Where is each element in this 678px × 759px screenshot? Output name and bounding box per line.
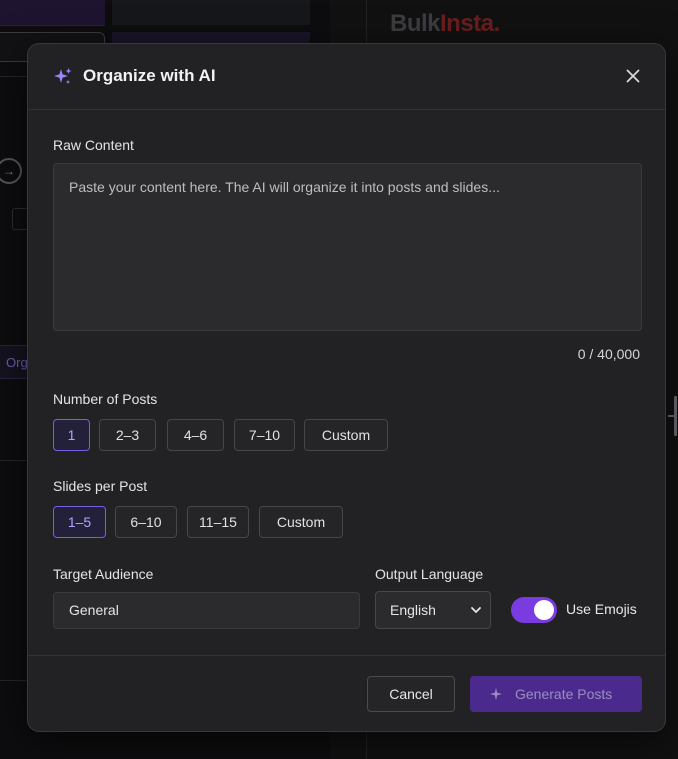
background-card (0, 0, 105, 26)
footer-divider (28, 655, 665, 656)
brand-logo: BulkInsta. (390, 10, 500, 38)
slides-option-1-5[interactable]: 1–5 (53, 506, 106, 538)
generate-posts-button[interactable]: Generate Posts (470, 676, 642, 712)
organize-ai-modal: Organize with AI Raw Content 0 / 40,000 … (27, 43, 666, 732)
sparkle-icon (490, 688, 502, 700)
background-divider (0, 76, 30, 77)
slides-per-post-label: Slides per Post (53, 478, 148, 494)
output-language-select[interactable]: English (375, 591, 491, 629)
background-divider (0, 680, 30, 681)
target-audience-input[interactable]: General (53, 592, 360, 629)
background-organize-button: Org (0, 345, 30, 379)
slides-option-6-10[interactable]: 6–10 (115, 506, 177, 538)
close-icon[interactable] (623, 66, 643, 86)
use-emojis-label: Use Emojis (566, 601, 637, 617)
target-audience-label: Target Audience (53, 566, 154, 582)
slides-option-11-15[interactable]: 11–15 (187, 506, 249, 538)
output-language-value: English (390, 602, 436, 618)
logo-bulk: Bulk (390, 10, 441, 37)
modal-title: Organize with AI (83, 66, 216, 85)
resize-handle-icon (668, 396, 678, 436)
posts-option-custom[interactable]: Custom (304, 419, 388, 451)
slides-option-custom[interactable]: Custom (259, 506, 343, 538)
sparkle-icon (54, 68, 72, 84)
chevron-down-icon (471, 607, 481, 613)
posts-option-2-3[interactable]: 2–3 (99, 419, 156, 451)
background-organize-label: Org (6, 355, 28, 370)
background-divider (0, 460, 30, 461)
logo-insta: Insta. (440, 10, 500, 37)
posts-option-1[interactable]: 1 (53, 419, 90, 451)
output-language-label: Output Language (375, 566, 484, 582)
number-of-posts-label: Number of Posts (53, 391, 158, 407)
toggle-knob (534, 600, 554, 620)
character-counter: 0 / 40,000 (577, 346, 640, 362)
posts-option-7-10[interactable]: 7–10 (234, 419, 295, 451)
background-card (112, 0, 310, 25)
raw-content-label: Raw Content (53, 137, 134, 153)
posts-option-4-6[interactable]: 4–6 (167, 419, 224, 451)
use-emojis-toggle[interactable] (511, 597, 557, 623)
raw-content-textarea[interactable] (53, 163, 642, 331)
cancel-button[interactable]: Cancel (367, 676, 455, 712)
generate-posts-label: Generate Posts (515, 686, 613, 702)
modal-header: Organize with AI (28, 44, 665, 110)
